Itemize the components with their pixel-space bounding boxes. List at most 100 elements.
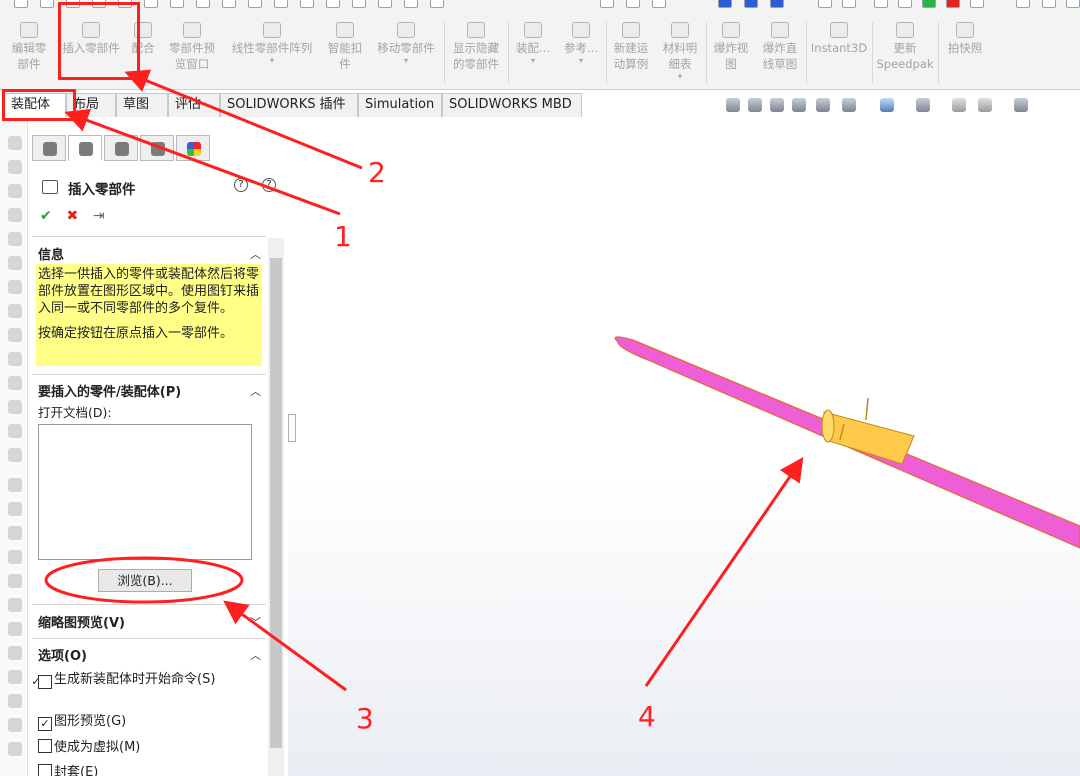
toolbar-icon[interactable] [404, 0, 418, 8]
view-settings-icon[interactable] [1014, 98, 1028, 112]
tab-solidworks-addins[interactable]: SOLIDWORKS 插件 [220, 93, 358, 117]
part-icon[interactable] [8, 160, 22, 174]
toolbar-icon[interactable] [1042, 0, 1056, 8]
part-icon[interactable] [8, 352, 22, 366]
toolbar-icon[interactable] [818, 0, 832, 8]
toolbar-icon[interactable] [874, 0, 888, 8]
scrollbar-thumb[interactable] [270, 258, 282, 748]
checkbox[interactable] [38, 739, 52, 753]
part-icon[interactable] [8, 256, 22, 270]
part-icon[interactable] [8, 574, 22, 588]
checkbox[interactable]: ✓ [31, 675, 52, 689]
display-style-icon[interactable] [880, 98, 894, 112]
rod-part[interactable] [865, 397, 869, 421]
chevron-up-icon[interactable]: ︿ [250, 383, 261, 399]
tab-dimxpert-manager[interactable] [140, 135, 174, 161]
toolbar-icon[interactable] [196, 0, 210, 8]
panel-splitter-handle[interactable] [288, 414, 296, 442]
options-section-header[interactable]: 选项(O) [38, 645, 87, 664]
view-orientation-icon[interactable] [842, 98, 856, 112]
chevron-down-icon[interactable]: ﹀ [250, 614, 261, 630]
graphics-preview-option[interactable]: ✓ 图形预览(G) [38, 710, 126, 731]
toolbar-icon[interactable] [378, 0, 392, 8]
previous-view-icon[interactable] [770, 98, 784, 112]
toolbar-icon[interactable] [842, 0, 856, 8]
toolbar-icon[interactable] [170, 0, 184, 8]
instant3d-button[interactable]: Instant3D [808, 18, 870, 88]
part-icon[interactable] [8, 502, 22, 516]
section-view-icon[interactable] [792, 98, 806, 112]
part-icon[interactable] [8, 742, 22, 756]
help-icon[interactable]: ? [234, 178, 248, 192]
tab-solidworks-mbd[interactable]: SOLIDWORKS MBD [442, 93, 582, 117]
update-speedpak-button[interactable]: 更新 Speedpak [874, 18, 936, 88]
part-icon[interactable] [8, 526, 22, 540]
toolbar-icon[interactable] [300, 0, 314, 8]
toolbar-icon[interactable] [922, 0, 936, 8]
toolbar-icon[interactable] [144, 0, 158, 8]
toolbar-icon[interactable] [1016, 0, 1030, 8]
cancel-icon[interactable]: ✖ [66, 208, 88, 224]
part-icon[interactable] [8, 646, 22, 660]
part-icon[interactable] [8, 718, 22, 732]
tab-configuration-manager[interactable] [104, 135, 138, 161]
part-icon[interactable] [8, 304, 22, 318]
browse-button[interactable]: 浏览(B)... [98, 569, 192, 592]
checkbox[interactable] [38, 764, 52, 776]
linear-pattern-button[interactable]: 线性零部件阵列 ▾ [224, 18, 320, 88]
toolbar-icon[interactable] [600, 0, 614, 8]
toolbar-icon[interactable] [352, 0, 366, 8]
take-snapshot-button[interactable]: 拍快照 [940, 18, 990, 88]
hide-show-items-icon[interactable] [916, 98, 930, 112]
info-section-header[interactable]: 信息 [38, 244, 64, 263]
smart-fastener-button[interactable]: 智能扣 件 [322, 18, 368, 88]
part-icon[interactable] [8, 376, 22, 390]
part-icon[interactable] [8, 208, 22, 222]
move-component-button[interactable]: 移动零部件 ▾ [370, 18, 442, 88]
part-icon[interactable] [8, 400, 22, 414]
edit-appearance-icon[interactable] [952, 98, 966, 112]
assembly-features-button[interactable]: 装配... ▾ [510, 18, 556, 88]
toolbar-icon[interactable] [14, 0, 28, 8]
part-icon[interactable] [8, 328, 22, 342]
envelope-option[interactable]: 封套(E) [38, 761, 98, 776]
part-icon[interactable] [8, 670, 22, 684]
toolbar-icon[interactable] [718, 0, 732, 8]
ok-icon[interactable]: ✔ [40, 208, 62, 224]
new-motion-study-button[interactable]: 新建运 动算例 [608, 18, 654, 88]
checkbox[interactable]: ✓ [38, 717, 52, 731]
whats-wrong-icon[interactable]: ? [262, 178, 276, 192]
toolbar-icon[interactable] [652, 0, 666, 8]
part-icon[interactable] [8, 184, 22, 198]
toolbar-icon[interactable] [326, 0, 340, 8]
show-hidden-components-button[interactable]: 显示隐藏 的零部件 [446, 18, 506, 88]
part-icon[interactable] [8, 424, 22, 438]
zoom-to-area-icon[interactable] [748, 98, 762, 112]
toolbar-icon[interactable] [40, 0, 54, 8]
thumbnail-preview-header[interactable]: 缩略图预览(V) [38, 612, 125, 631]
toolbar-icon[interactable] [222, 0, 236, 8]
graphics-area[interactable] [288, 118, 1080, 776]
part-icon[interactable] [8, 694, 22, 708]
tab-feature-manager[interactable] [32, 135, 66, 161]
tab-evaluate[interactable]: 评估 [168, 93, 220, 117]
toolbar-icon[interactable] [626, 0, 640, 8]
part-icon[interactable] [8, 598, 22, 612]
part-icon[interactable] [8, 478, 22, 492]
chevron-up-icon[interactable]: ︿ [250, 246, 261, 262]
chevron-down-icon[interactable]: ▾ [558, 56, 604, 66]
start-command-option[interactable]: ✓ 生成新装配体时开始命令(S) [31, 668, 228, 689]
pushpin-icon[interactable]: ⇥ [93, 208, 115, 224]
exploded-view-button[interactable]: 爆炸视 图 [708, 18, 754, 88]
toolbar-icon[interactable] [744, 0, 758, 8]
part-assembly-section-header[interactable]: 要插入的零件/装配体(P) [38, 381, 181, 400]
component-preview-window-button[interactable]: 零部件预 览窗口 [162, 18, 222, 88]
reference-geometry-button[interactable]: 参考... ▾ [558, 18, 604, 88]
chevron-down-icon[interactable]: ▾ [656, 72, 704, 82]
explode-line-sketch-button[interactable]: 爆炸直 线草图 [756, 18, 804, 88]
chevron-down-icon[interactable]: ▾ [510, 56, 556, 66]
make-virtual-option[interactable]: 使成为虚拟(M) [38, 736, 140, 755]
apply-scene-icon[interactable] [978, 98, 992, 112]
chevron-up-icon[interactable]: ︿ [250, 647, 261, 663]
part-icon[interactable] [8, 448, 22, 462]
